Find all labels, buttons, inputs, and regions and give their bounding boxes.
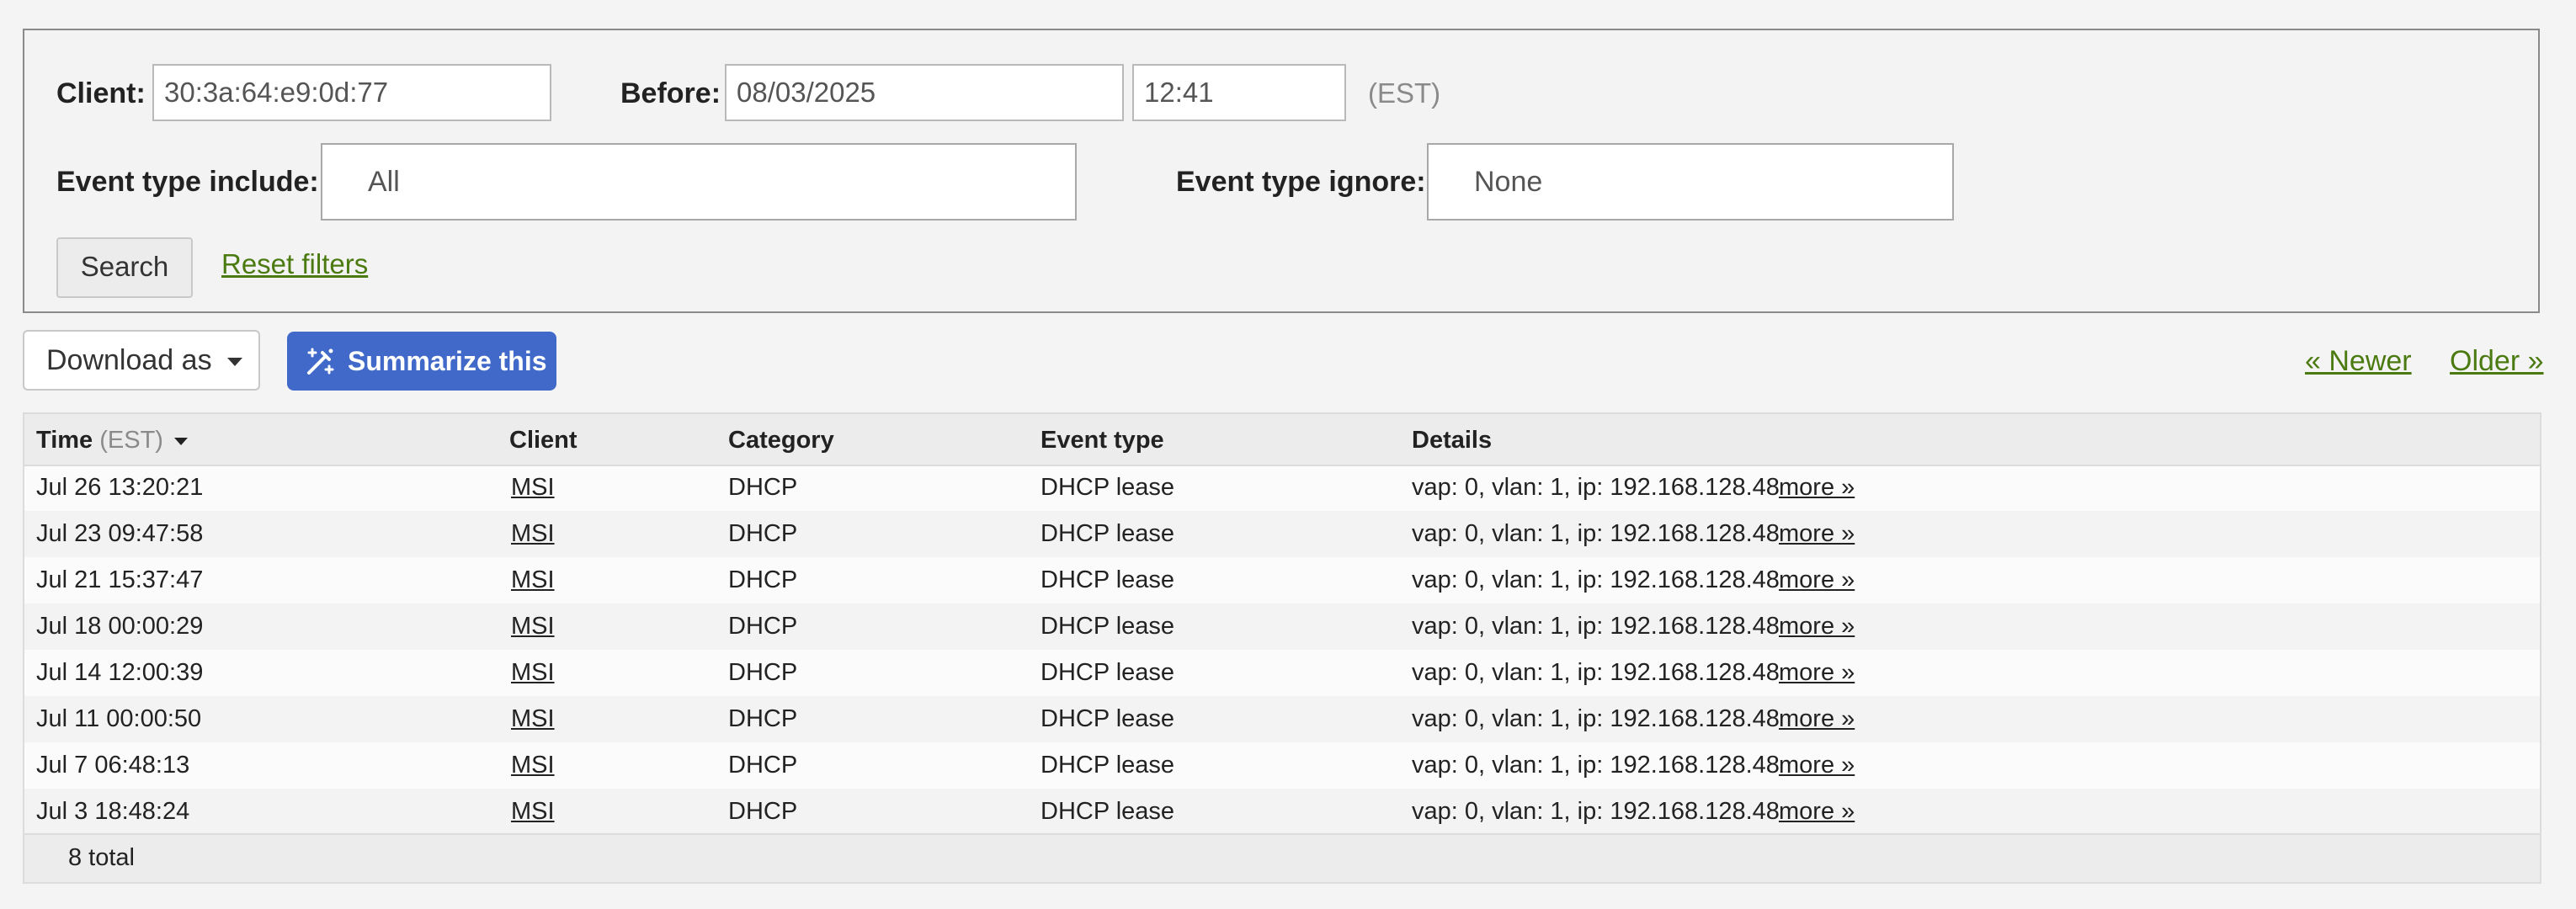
client-link[interactable]: MSI (511, 609, 555, 644)
details-cell: vap: 0, vlan: 1, ip: 192.168.128.48 (1412, 566, 1780, 593)
table-header: Time (EST) Client Category Event type De… (24, 414, 2540, 466)
older-link[interactable]: Older » (2450, 340, 2544, 382)
summarize-this-label: Summarize this (348, 346, 547, 376)
more-link[interactable]: more » (1779, 470, 1855, 505)
details-cell: vap: 0, vlan: 1, ip: 192.168.128.48 (1412, 520, 1780, 547)
category-cell: DHCP (728, 566, 798, 593)
time-field[interactable]: 12:41 (1132, 64, 1346, 121)
time-cell: Jul 7 06:48:13 (36, 752, 190, 779)
time-header-timezone: (EST) (99, 427, 163, 454)
client-link[interactable]: MSI (511, 655, 555, 690)
more-link[interactable]: more » (1779, 655, 1855, 690)
caret-down-icon (227, 358, 243, 367)
event-type-cell: DHCP lease (1041, 566, 1175, 593)
table-row: Jul 7 06:48:13 MSI DHCP DHCP lease vap: 0, v… (24, 742, 2540, 789)
category-cell: DHCP (728, 752, 798, 779)
download-as-label: Download as (46, 344, 212, 376)
more-link[interactable]: more » (1779, 701, 1855, 736)
details-cell: vap: 0, vlan: 1, ip: 192.168.128.48 (1412, 752, 1780, 779)
more-link[interactable]: more » (1779, 794, 1855, 829)
client-label: Client: (56, 77, 146, 109)
sort-desc-icon (174, 437, 189, 445)
table-footer: 8 total (24, 833, 2540, 882)
events-table: Time (EST) Client Category Event type De… (23, 412, 2541, 884)
table-row: Jul 23 09:47:58 MSI DHCP DHCP lease vap: 0, … (24, 511, 2540, 557)
table-row: Jul 18 00:00:29 MSI DHCP DHCP lease vap: 0, … (24, 603, 2540, 650)
event-type-cell: DHCP lease (1041, 752, 1175, 779)
client-link[interactable]: MSI (511, 701, 555, 736)
more-link[interactable]: more » (1779, 609, 1855, 644)
time-header-label: Time (36, 427, 93, 454)
category-column-header[interactable]: Category (728, 423, 834, 458)
time-cell: Jul 21 15:37:47 (36, 566, 204, 593)
time-cell: Jul 14 12:00:39 (36, 659, 204, 686)
category-cell: DHCP (728, 613, 798, 640)
date-field[interactable]: 08/03/2025 (725, 64, 1124, 121)
event-type-ignore-select[interactable]: None (1427, 143, 1954, 221)
details-cell: vap: 0, vlan: 1, ip: 192.168.128.48 (1412, 659, 1780, 686)
event-type-cell: DHCP lease (1041, 798, 1175, 825)
client-link[interactable]: MSI (511, 747, 555, 783)
details-cell: vap: 0, vlan: 1, ip: 192.168.128.48 (1412, 705, 1780, 732)
filter-panel: Client: 30:3a:64:e9:0d:77 Before: 08/03/… (23, 29, 2540, 313)
details-cell: vap: 0, vlan: 1, ip: 192.168.128.48 (1412, 613, 1780, 640)
category-cell: DHCP (728, 705, 798, 732)
event-type-column-header[interactable]: Event type (1041, 423, 1164, 458)
event-type-cell: DHCP lease (1041, 474, 1175, 501)
category-cell: DHCP (728, 474, 798, 501)
table-row: Jul 14 12:00:39 MSI DHCP DHCP lease vap: 0, … (24, 650, 2540, 696)
magic-wand-icon (307, 348, 334, 375)
table-row: Jul 11 00:00:50 MSI DHCP DHCP lease vap: 0, … (24, 696, 2540, 742)
search-button[interactable]: Search (56, 237, 193, 298)
event-type-cell: DHCP lease (1041, 613, 1175, 640)
newer-link[interactable]: « Newer (2305, 340, 2412, 382)
category-cell: DHCP (728, 798, 798, 825)
category-cell: DHCP (728, 659, 798, 686)
before-label: Before: (620, 77, 721, 109)
total-count: 8 total (68, 844, 135, 871)
client-link[interactable]: MSI (511, 470, 555, 505)
client-column-header[interactable]: Client (509, 423, 577, 458)
time-cell: Jul 23 09:47:58 (36, 520, 204, 547)
details-cell: vap: 0, vlan: 1, ip: 192.168.128.48 (1412, 798, 1780, 825)
more-link[interactable]: more » (1779, 747, 1855, 783)
table-row: Jul 21 15:37:47 MSI DHCP DHCP lease vap: 0, … (24, 557, 2540, 603)
client-link[interactable]: MSI (511, 794, 555, 829)
details-column-header: Details (1412, 427, 1493, 454)
more-link[interactable]: more » (1779, 562, 1855, 598)
category-cell: DHCP (728, 520, 798, 547)
event-type-include-label: Event type include: (56, 166, 319, 198)
reset-filters-link[interactable]: Reset filters (221, 247, 368, 281)
time-cell: Jul 26 13:20:21 (36, 474, 204, 501)
table-row: Jul 26 13:20:21 MSI DHCP DHCP lease vap: 0, … (24, 465, 2540, 511)
client-field[interactable]: 30:3a:64:e9:0d:77 (152, 64, 551, 121)
event-type-cell: DHCP lease (1041, 659, 1175, 686)
time-cell: Jul 18 00:00:29 (36, 613, 204, 640)
event-type-ignore-label: Event type ignore: (1176, 166, 1426, 198)
table-row: Jul 3 18:48:24 MSI DHCP DHCP lease vap: 0, v… (24, 789, 2540, 835)
download-as-button[interactable]: Download as (23, 330, 260, 391)
event-type-cell: DHCP lease (1041, 520, 1175, 547)
time-column-header[interactable]: Time (EST) (36, 423, 189, 458)
time-cell: Jul 3 18:48:24 (36, 798, 190, 825)
timezone-label: (EST) (1368, 77, 1441, 109)
client-link[interactable]: MSI (511, 516, 555, 551)
more-link[interactable]: more » (1779, 516, 1855, 551)
summarize-this-button[interactable]: Summarize this (287, 332, 556, 391)
details-cell: vap: 0, vlan: 1, ip: 192.168.128.48 (1412, 474, 1780, 501)
time-cell: Jul 11 00:00:50 (36, 705, 202, 732)
event-type-cell: DHCP lease (1041, 705, 1175, 732)
event-type-include-select[interactable]: All (321, 143, 1077, 221)
client-link[interactable]: MSI (511, 562, 555, 598)
